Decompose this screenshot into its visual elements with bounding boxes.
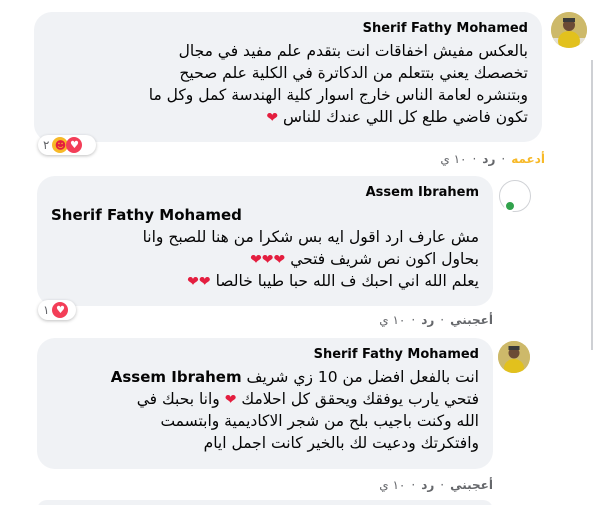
comment-bubble: Assem Ibrahem Sherif Fathy Mohamed مش عا… — [37, 176, 493, 306]
profile-photo-icon — [498, 341, 530, 373]
comment-text-line-with-emoji: تكون فاضي طلع كل اللي عندك للناس ❤ — [48, 106, 528, 128]
avatar[interactable] — [551, 12, 587, 48]
comment-text: تكون فاضي طلع كل اللي عندك للناس — [283, 108, 528, 126]
reply-button[interactable]: رد — [421, 478, 434, 492]
dot-separator: · — [472, 152, 477, 166]
comment-text-line-with-mention: انت بالفعل افضل من 10 زي شريف Assem Ibra… — [51, 366, 479, 388]
comment-text: يعلم الله اني احبك ف الله حبا طيبا خالصا — [215, 272, 479, 290]
comment-bubble: Sherif Fathy Mohamed انت بالفعل افضل من … — [37, 338, 493, 469]
comment-bubble-partial — [37, 500, 493, 505]
mention-line: Sherif Fathy Mohamed — [51, 204, 479, 226]
comment-text: بحاول اكون نص شريف فتحي — [290, 250, 479, 268]
comment-time[interactable]: ١٠ ي — [379, 478, 405, 492]
comment-text-line: تخصصك يعني بتتعلم من الدكاترة في الكلية … — [179, 64, 528, 82]
comment-author[interactable]: Sherif Fathy Mohamed — [48, 20, 528, 38]
comment-time[interactable]: ١٠ ي — [379, 313, 405, 327]
dot-separator: · — [440, 313, 445, 327]
mention-link[interactable]: Assem Ibrahem — [111, 368, 242, 386]
reaction-count: ٢ — [43, 138, 50, 152]
dot-separator: · — [411, 313, 416, 327]
avatar[interactable] — [498, 341, 530, 373]
comment-text: انت بالفعل افضل من 10 زي شريف — [246, 368, 479, 386]
heart-emoji-icon: ❤ — [224, 391, 237, 408]
heart-emoji-icon: ❤❤ — [187, 273, 211, 290]
reaction-summary[interactable]: ٢ ☻ ♥ — [38, 135, 96, 155]
dot-separator: · — [440, 478, 445, 492]
comment-text-line-with-emoji: بحاول اكون نص شريف فتحي ❤❤❤ — [51, 248, 479, 270]
comments-thread: Sherif Fathy Mohamed بالعكس مفيش اخفاقات… — [0, 0, 611, 505]
heart-emoji-icon: ❤❤❤ — [250, 251, 286, 268]
reply-button[interactable]: رد — [482, 152, 495, 166]
comment-author[interactable]: Sherif Fathy Mohamed — [51, 346, 479, 364]
comment-text-line: وافتكرتك ودعيت لك بالخير كانت اجمل ايام — [203, 434, 479, 452]
comment-actions: أعجبني · رد · ١٠ ي — [368, 313, 493, 327]
comment-text-line-with-emoji: فتحي يارب يوفقك ويحقق كل احلامك ❤ وانا ب… — [51, 388, 479, 410]
comment-text: وانا بحبك في — [136, 390, 220, 408]
thread-line — [591, 60, 593, 350]
comment-author[interactable]: Assem Ibrahem — [51, 184, 479, 202]
support-button[interactable]: أدعمه — [511, 152, 545, 166]
comment-text: فتحي يارب يوفقك ويحقق كل احلامك — [241, 390, 479, 408]
dot-separator: · — [501, 152, 506, 166]
online-status-dot — [504, 200, 516, 212]
reply-button[interactable]: رد — [421, 313, 434, 327]
mention-link[interactable]: Sherif Fathy Mohamed — [51, 206, 242, 224]
comment-text-line: مش عارف ارد اقول ايه بس شكرا من هنا للصب… — [142, 228, 479, 246]
comment-bubble: Sherif Fathy Mohamed بالعكس مفيش اخفاقات… — [34, 12, 542, 142]
dot-separator: · — [411, 478, 416, 492]
like-button[interactable]: أعجبني — [450, 478, 493, 492]
comment-actions: أعجبني · رد · ١٠ ي — [368, 478, 493, 492]
comment-text-line: الله وكنت باجيب بلح من شجر الاكاديمية وا… — [160, 412, 479, 430]
love-reaction-icon: ♥ — [66, 137, 83, 153]
like-button[interactable]: أعجبني — [450, 313, 493, 327]
reaction-count: ١ — [43, 303, 50, 317]
profile-photo-icon — [551, 12, 587, 48]
heart-emoji-icon: ❤ — [266, 109, 279, 126]
love-reaction-icon: ♥ — [52, 302, 69, 318]
comment-text-line: وبتنشره لعامة الناس خارج اسوار كلية الهن… — [148, 86, 528, 104]
comment-actions: أدعمه · رد · ١٠ ي — [420, 152, 545, 166]
reaction-summary[interactable]: ١ ♥ — [38, 300, 76, 320]
comment-text-line: بالعكس مفيش اخفاقات انت بتقدم علم مفيد ف… — [178, 42, 528, 60]
comment-time[interactable]: ١٠ ي — [440, 152, 466, 166]
comment-text-line-with-emoji: يعلم الله اني احبك ف الله حبا طيبا خالصا… — [51, 270, 479, 292]
